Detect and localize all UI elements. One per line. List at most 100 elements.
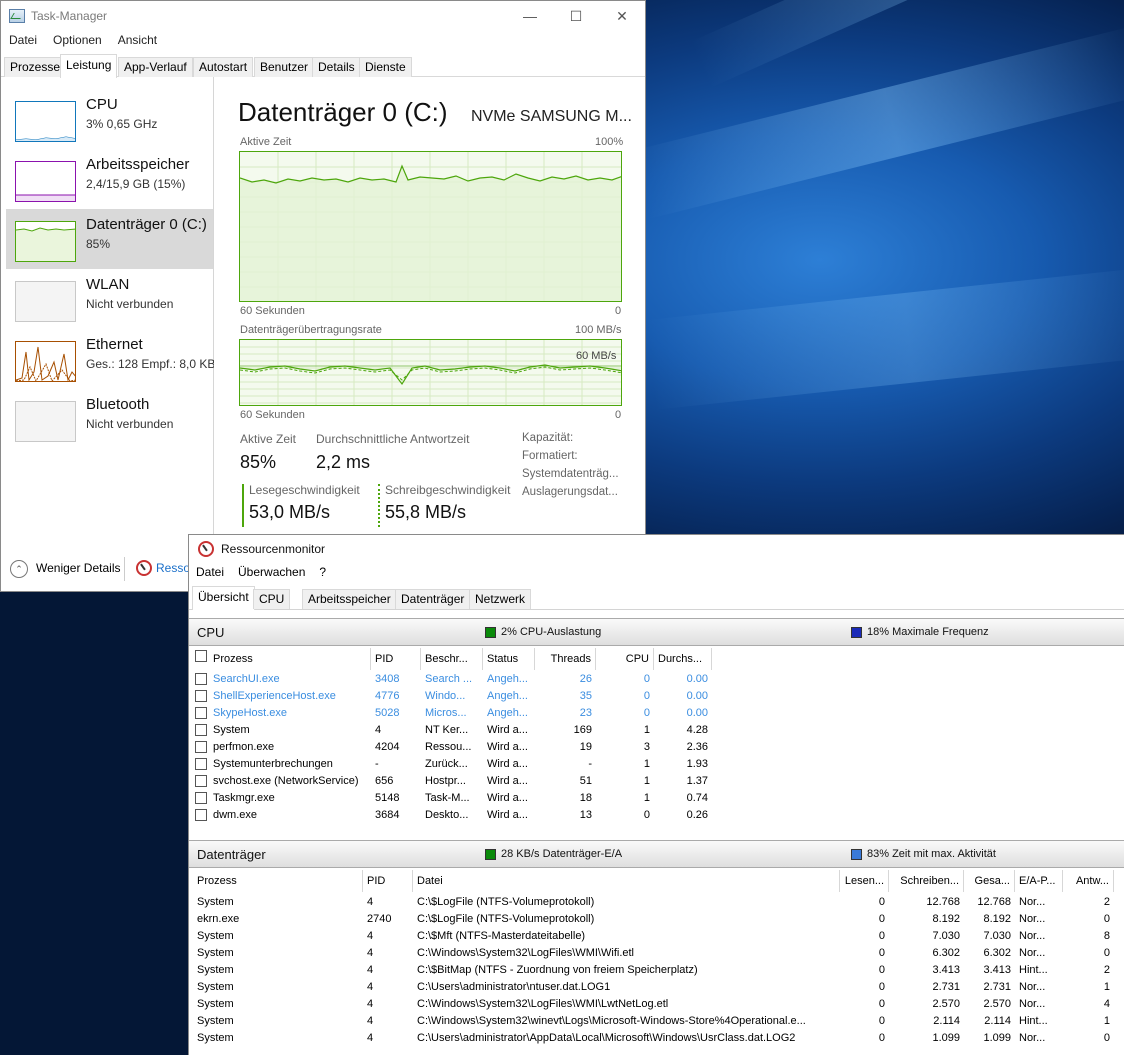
tab-prozesse[interactable]: Prozesse (4, 57, 67, 77)
process-pid: 4 (367, 1032, 374, 1044)
disk-section-header[interactable]: Datenträger 28 KB/s Datenträger-E/A 83% … (189, 840, 1124, 868)
tab-benutzer[interactable]: Benutzer (254, 57, 315, 77)
menu-ueberwachen[interactable]: Überwachen (231, 565, 312, 583)
sidebar-item-ethernet[interactable]: Ethernet Ges.: 128 Empf.: 8,0 KBit (6, 329, 214, 389)
process-pid: 4 (367, 896, 374, 908)
table-row[interactable]: Taskmgr.exe 5148 Wird a... Task-M... 18 1 0.74 (189, 790, 1124, 807)
sidebar-item-bluetooth[interactable]: Bluetooth Nicht verbunden (6, 389, 213, 449)
close-button[interactable]: ✕ (599, 1, 645, 31)
process-pid: 5028 (375, 707, 400, 719)
process-name: System (197, 964, 234, 976)
table-row[interactable]: ShellExperienceHost.exe 4776 Angeh... Windo… (189, 688, 1124, 705)
resource-monitor-icon[interactable] (136, 560, 152, 576)
column-header-status[interactable]: Status (483, 648, 535, 670)
cpu-section-header[interactable]: CPU 2% CPU-Auslastung 18% Maximale Frequ… (189, 618, 1124, 646)
tab-leistung[interactable]: Leistung (60, 54, 118, 78)
cpu-thumbnail-graph (15, 101, 76, 142)
read-bytes: 0 (878, 1032, 885, 1044)
table-row[interactable]: System 4 C:\Windows\System32\LogFiles\WMI\… (189, 996, 1124, 1013)
menu-ansicht[interactable]: Ansicht (110, 33, 165, 51)
row-checkbox[interactable] (195, 809, 207, 821)
column-header-response[interactable]: Antw... (1063, 870, 1114, 892)
io-priority: Nor... (1019, 981, 1046, 993)
process-name: ekrn.exe (197, 913, 240, 925)
row-checkbox[interactable] (195, 690, 207, 702)
table-row[interactable]: System 4 Wird a... NT Ker... 169 1 4.28 (189, 722, 1124, 739)
row-checkbox[interactable] (195, 792, 207, 804)
table-row[interactable]: System 4 C:\Windows\System32\LogFiles\WMI\… (189, 945, 1124, 962)
tab-cpu[interactable]: CPU (253, 589, 291, 609)
sidebar-item-cpu[interactable]: CPU 3% 0,65 GHz (6, 89, 213, 149)
menu-datei[interactable]: Datei (189, 565, 231, 583)
title-bar[interactable]: Ressourcenmonitor (189, 535, 1124, 563)
menu-help[interactable]: ? (312, 565, 333, 583)
title-bar[interactable]: Task-Manager — ☐ ✕ (1, 1, 645, 31)
column-header-pid[interactable]: PID (371, 648, 421, 670)
menu-datei[interactable]: Datei (1, 33, 45, 51)
column-header-prozess[interactable]: Prozess (189, 648, 371, 670)
tab-dienste[interactable]: Dienste (359, 57, 412, 77)
table-row[interactable]: System 4 C:\Users\administrator\AppData\Lo… (189, 1030, 1124, 1047)
io-priority: Nor... (1019, 947, 1046, 959)
tab-autostart[interactable]: Autostart (193, 57, 254, 77)
column-header-average[interactable]: Durchs... (654, 648, 712, 670)
process-threads: 26 (579, 673, 592, 685)
row-checkbox[interactable] (195, 741, 207, 753)
table-row[interactable]: System 4 C:\Users\administrator\ntuser.dat… (189, 979, 1124, 996)
table-row[interactable]: System 4 C:\$Mft (NTFS-Masterdateitabelle)… (189, 928, 1124, 945)
table-row[interactable]: dwm.exe 3684 Wird a... Deskto... 13 0 0.26 (189, 807, 1124, 824)
total-bytes: 12.768 (977, 896, 1011, 908)
file-path: C:\$LogFile (NTFS-Volumeprotokoll) (417, 896, 595, 908)
table-row[interactable]: ekrn.exe 2740 C:\$LogFile (NTFS-Volumeprot… (189, 911, 1124, 928)
tab-uebersicht[interactable]: Übersicht (192, 586, 255, 610)
graph-time-right: 0 (615, 409, 622, 421)
menu-optionen[interactable]: Optionen (45, 33, 110, 51)
sidebar-item-wlan[interactable]: WLAN Nicht verbunden (6, 269, 213, 329)
column-header-pid[interactable]: PID (363, 870, 413, 892)
process-name: ShellExperienceHost.exe (213, 690, 336, 702)
row-checkbox[interactable] (195, 758, 207, 770)
process-status: Angeh... (487, 707, 528, 719)
sidebar-item-memory[interactable]: Arbeitsspeicher 2,4/15,9 GB (15%) (6, 149, 213, 209)
process-description: Micros... (425, 707, 467, 719)
tab-arbeitsspeicher[interactable]: Arbeitsspeicher (302, 589, 397, 609)
chevron-up-icon[interactable]: ⌃ (10, 560, 28, 578)
column-header-cpu[interactable]: CPU (596, 648, 654, 670)
select-all-checkbox[interactable] (195, 650, 207, 662)
column-header-prozess[interactable]: Prozess (189, 870, 363, 892)
minimize-button[interactable]: — (507, 1, 553, 31)
process-description: Deskto... (425, 809, 469, 821)
table-row[interactable]: SearchUI.exe 3408 Angeh... Search ... 26 0 0.0… (189, 671, 1124, 688)
table-row[interactable]: System 4 C:\Windows\System32\winevt\Logs\M… (189, 1013, 1124, 1030)
table-row[interactable]: SkypeHost.exe 5028 Angeh... Micros... 23 0 0.0… (189, 705, 1124, 722)
file-path: C:\$LogFile (NTFS-Volumeprotokoll) (417, 913, 595, 925)
column-header-io-priority[interactable]: E/A-P... (1015, 870, 1063, 892)
column-header-threads[interactable]: Threads (535, 648, 596, 670)
fewer-details-link[interactable]: Weniger Details (36, 561, 120, 575)
maximize-button[interactable]: ☐ (553, 1, 599, 31)
row-checkbox[interactable] (195, 707, 207, 719)
io-priority: Nor... (1019, 1032, 1046, 1044)
table-row[interactable]: Systemunterbrechungen - Wird a... Zurück...… (189, 756, 1124, 773)
column-header-description[interactable]: Beschr... (421, 648, 483, 670)
row-checkbox[interactable] (195, 673, 207, 685)
tab-netzwerk[interactable]: Netzwerk (469, 589, 532, 609)
row-checkbox[interactable] (195, 775, 207, 787)
tab-app-verlauf[interactable]: App-Verlauf (118, 57, 193, 77)
column-header-read[interactable]: Lesen... (840, 870, 889, 892)
column-header-write[interactable]: Schreiben... (889, 870, 964, 892)
column-header-total[interactable]: Gesa... (964, 870, 1015, 892)
column-header-datei[interactable]: Datei (413, 870, 840, 892)
table-row[interactable]: svchost.exe (NetworkService) 656 Wird a...… (189, 773, 1124, 790)
tab-details[interactable]: Details (312, 57, 361, 77)
row-checkbox[interactable] (195, 724, 207, 736)
read-bytes: 0 (878, 981, 885, 993)
table-row[interactable]: perfmon.exe 4204 Wird a... Ressou... 19 3 2.36 (189, 739, 1124, 756)
tab-datentraeger[interactable]: Datenträger (395, 589, 471, 609)
table-row[interactable]: System 4 C:\$BitMap (NTFS - Zuordnung von … (189, 962, 1124, 979)
response-time: 1 (1103, 981, 1110, 993)
file-path: C:\Users\administrator\AppData\Local\Mic… (417, 1032, 796, 1044)
sidebar-item-disk[interactable]: Datenträger 0 (C:) 85% (6, 209, 213, 269)
read-bytes: 0 (878, 947, 885, 959)
table-row[interactable]: System 4 C:\$LogFile (NTFS-Volumeprotokoll… (189, 894, 1124, 911)
